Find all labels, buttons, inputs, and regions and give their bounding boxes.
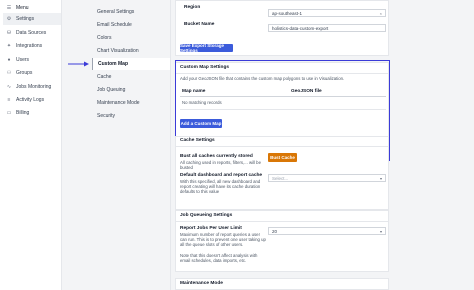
nav-item-settings[interactable]: ⚙ Settings (3, 13, 61, 25)
table-header-divider (180, 96, 386, 97)
default-cache-placeholder: Select... (272, 175, 289, 181)
default-cache-select[interactable]: Select... ▾ (268, 174, 386, 182)
export-storage-card: Region ap-southeast-1 × Bucket Name holi… (175, 0, 389, 56)
nav-item-activity-logs[interactable]: ≡ Activity Logs (3, 94, 61, 106)
pulse-icon: ∿ (6, 84, 12, 90)
region-label: Region (184, 5, 201, 10)
cache-settings-card: Cache Settings Bust all caches currently… (175, 136, 389, 210)
subnav-item-security[interactable]: Security (92, 110, 170, 122)
add-custom-map-button[interactable]: Add a Custom Map (180, 119, 222, 128)
subnav-divider (170, 0, 171, 290)
nav-item-label: Data Sources (16, 30, 47, 36)
user-icon: ● (7, 57, 11, 63)
nav-item-jobs-monitoring[interactable]: ∿ Jobs Monitoring (3, 81, 61, 93)
nav-item-users[interactable]: ● Users (3, 54, 61, 66)
subnav-item-label: Chart Visualization (97, 48, 139, 54)
custom-map-title: Custom Map Settings (180, 65, 230, 70)
divider (176, 221, 388, 222)
report-jobs-limit-note: Note that this doesn't affect analysis w… (180, 253, 258, 264)
subnav-item-chart-visualization[interactable]: Chart Visualization (92, 45, 170, 57)
pointer-arrow-icon (68, 61, 89, 67)
left-navigation: ☰ Menu ⚙ Settings ⛁ Data Sources ✦ Integ… (0, 0, 62, 290)
subnav-item-label: Cache (97, 74, 112, 80)
subnav-item-colors[interactable]: Colors (92, 32, 170, 44)
card-icon: ▭ (6, 110, 12, 116)
job-queueing-card: Job Queueing Settings Report Jobs Per Us… (175, 210, 389, 272)
subnav-item-label: General Settings (97, 9, 135, 15)
puzzle-icon: ✦ (6, 43, 12, 49)
subnav-item-job-queuing[interactable]: Job Queuing (92, 84, 170, 96)
subnav-item-label: Custom Map (98, 61, 128, 67)
chevron-down-icon: ▾ (379, 175, 382, 181)
custom-map-description: Add your GeoJSON file that contains the … (180, 76, 345, 81)
region-select[interactable]: ap-southeast-1 × (268, 9, 386, 17)
report-jobs-limit-value: 20 (272, 228, 278, 234)
nav-item-billing[interactable]: ▭ Billing (3, 107, 61, 119)
chevron-down-icon: ▾ (379, 228, 382, 234)
database-icon: ⛁ (6, 30, 12, 36)
empty-state-text: No matching records (182, 100, 222, 105)
nav-item-label: Billing (16, 110, 30, 116)
region-value: ap-southeast-1 (272, 10, 303, 16)
bust-cache-description: All caching used in reports, filters,...… (180, 160, 261, 171)
subnav-item-custom-map[interactable]: Custom Map (92, 58, 170, 70)
column-header-geojson-file: GeoJSON file (291, 89, 322, 94)
bucket-name-input[interactable]: holistics-data-custom-export (268, 24, 386, 32)
nav-item-label: Groups (16, 70, 33, 76)
nav-item-label: Users (16, 57, 30, 63)
cache-settings-title: Cache Settings (180, 138, 215, 143)
bucket-name-value: holistics-data-custom-export (272, 25, 329, 31)
hamburger-icon: ☰ (6, 5, 12, 11)
subnav-item-general-settings[interactable]: General Settings (92, 6, 170, 18)
divider (176, 73, 388, 74)
column-header-map-name: Map name (182, 89, 206, 94)
default-cache-label: Default dashboard and report cache (180, 173, 263, 178)
nav-item-label: Settings (16, 16, 35, 22)
nav-item-label: Integrations (16, 43, 43, 49)
subnav-item-label: Email Schedule (97, 22, 132, 28)
save-export-storage-button[interactable]: Save Export Storage Settings (180, 43, 233, 53)
subnav-item-label: Job Queuing (97, 87, 126, 93)
maintenance-mode-title: Maintenance Mode (180, 281, 223, 286)
default-cache-description: With this specified, all new dashboard a… (180, 179, 261, 195)
subnav-item-email-schedule[interactable]: Email Schedule (92, 19, 170, 31)
subnav-item-cache[interactable]: Cache (92, 71, 170, 83)
report-jobs-limit-description: Maximum number of report queries a user … (180, 232, 266, 248)
bust-cache-label: Bust all caches currently stored (180, 154, 253, 159)
nav-item-label: Jobs Monitoring (16, 84, 52, 90)
divider (176, 146, 388, 147)
report-jobs-limit-select[interactable]: 20 ▾ (268, 227, 386, 235)
clear-icon[interactable]: × (380, 11, 382, 16)
bucket-name-label: Bucket Name (184, 22, 215, 27)
subnav-item-label: Colors (97, 35, 112, 41)
nav-item-groups[interactable]: ⚇ Groups (3, 67, 61, 79)
subnav-item-label: Maintenance Mode (97, 100, 140, 106)
maintenance-mode-card: Maintenance Mode (175, 278, 389, 290)
menu-label: Menu (16, 5, 29, 11)
log-icon: ≡ (7, 97, 11, 103)
job-queueing-title: Job Queueing Settings (180, 213, 233, 218)
nav-item-integrations[interactable]: ✦ Integrations (3, 40, 61, 52)
subnav-item-label: Security (97, 113, 116, 119)
settings-subnav: General Settings Email Schedule Colors C… (92, 0, 170, 290)
group-icon: ⚇ (6, 70, 12, 76)
nav-item-data-sources[interactable]: ⛁ Data Sources (3, 27, 61, 39)
nav-item-label: Activity Logs (16, 97, 45, 103)
report-jobs-limit-label: Report Jobs Per User Limit (180, 226, 242, 231)
table-divider (180, 109, 386, 110)
subnav-item-maintenance-mode[interactable]: Maintenance Mode (92, 97, 170, 109)
bust-cache-button[interactable]: Bust Cache (268, 153, 297, 162)
gear-icon: ⚙ (6, 16, 12, 22)
